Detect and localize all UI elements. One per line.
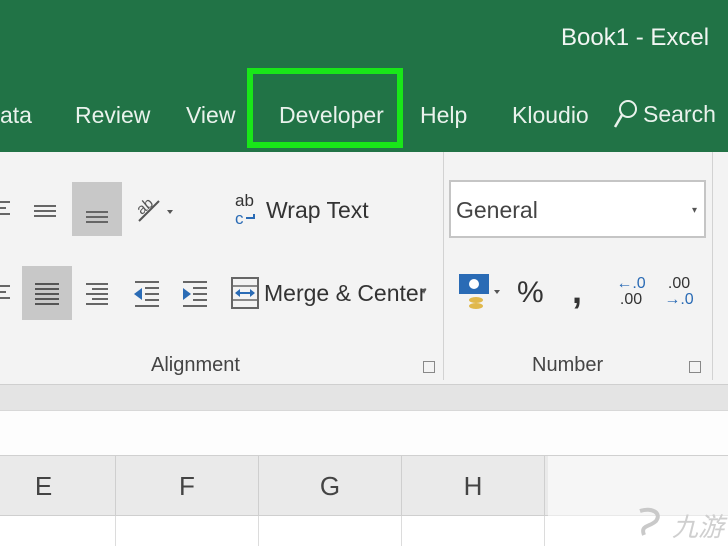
developer-tab-highlight [247,68,403,148]
grid-line [544,516,545,546]
comma-style-button[interactable]: , [572,270,582,312]
orientation-button[interactable]: ab [130,188,176,230]
ribbon-bottom-strip [0,384,728,410]
tab-view[interactable]: View [186,99,235,131]
merge-center-dropdown-arrow[interactable]: ▾ [418,284,430,298]
align-left-icon[interactable] [0,278,12,308]
group-divider [712,152,713,380]
align-bottom-button[interactable] [72,182,122,236]
decrease-decimal-bottom: →.0 [664,291,694,308]
tab-review[interactable]: Review [75,99,150,131]
watermark-text: 九游 [672,513,725,543]
alignment-dialog-launcher-icon[interactable] [423,361,435,373]
merge-center-icon-block[interactable] [230,274,260,312]
merge-center-icon [231,277,259,309]
number-format-value: General [456,197,538,223]
decrease-indent-icon [134,281,159,307]
title-bar: Book1 - Excel ata Review View Developer … [0,0,728,152]
grid-line [401,516,402,546]
grid-line [115,516,116,546]
tab-help[interactable]: Help [420,99,467,131]
align-right-icon [86,283,108,305]
percent-style-button[interactable]: % [517,276,544,310]
column-header-h[interactable]: H [402,456,545,516]
tab-data[interactable]: ata [0,99,32,131]
group-divider [443,152,444,380]
align-center-icon [35,283,59,305]
tab-kloudio[interactable]: Kloudio [512,99,589,131]
svg-text:ab: ab [235,191,254,210]
number-group-label: Number [532,354,604,376]
decrease-decimal-top: .00 [667,275,691,292]
orientation-icon: ab [133,195,173,222]
increase-indent-icon [183,281,207,307]
decrease-indent-button[interactable] [128,272,166,314]
grid-line [258,516,259,546]
column-header-g[interactable]: G [259,456,402,516]
formula-bar[interactable] [0,410,728,456]
window-title: Book1 - Excel [561,24,710,51]
accounting-icon [459,274,500,309]
column-header-e[interactable]: E [0,456,116,516]
wrap-text-button[interactable]: Wrap Text [266,197,369,224]
decrease-decimal-button[interactable]: .00 →.0 [662,270,696,314]
watermark-logo-icon [639,507,660,536]
align-center-button[interactable] [22,266,72,320]
wrap-text-icon: ab c [235,191,255,228]
chevron-down-icon: ▾ [691,205,697,216]
align-right-button[interactable] [80,272,114,314]
number-format-dropdown[interactable]: General ▾ [449,180,706,238]
svg-text:c: c [235,209,244,228]
align-middle-icon [34,205,56,217]
search-box[interactable]: Search [613,96,716,132]
search-icon [613,100,637,128]
align-top-icon[interactable] [0,194,12,224]
align-middle-button[interactable] [22,186,68,232]
align-bottom-icon [86,211,108,223]
number-dialog-launcher-icon[interactable] [689,361,701,373]
increase-indent-button[interactable] [176,272,214,314]
increase-decimal-top: ←.0 [616,275,646,292]
alignment-group-label: Alignment [151,354,240,376]
increase-decimal-button[interactable]: ←.0 .00 [614,270,648,314]
wrap-text-icon-block[interactable]: ab c [232,190,262,230]
increase-decimal-bottom: .00 [619,291,643,308]
merge-center-button[interactable]: Merge & Center [264,280,426,307]
search-label: Search [643,100,716,127]
column-header-f[interactable]: F [116,456,259,516]
accounting-format-button[interactable] [456,270,504,314]
